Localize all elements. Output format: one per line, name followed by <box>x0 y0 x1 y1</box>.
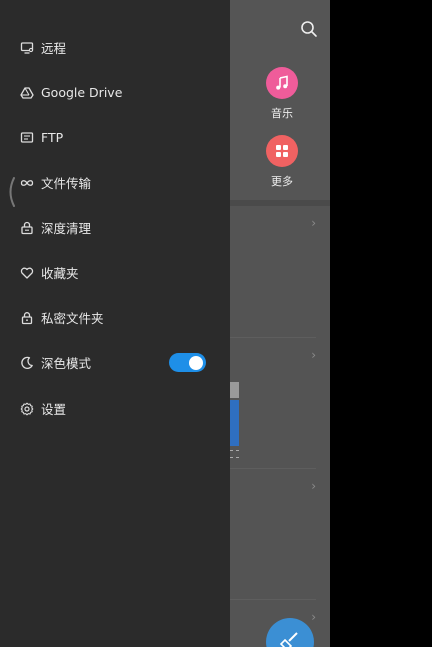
dark-mode-toggle[interactable] <box>169 353 206 372</box>
lock-icon <box>20 311 34 325</box>
usage-bar-segment <box>230 400 239 446</box>
drawer-item-label: 深色模式 <box>41 356 92 371</box>
drawer-item-remote[interactable]: 远程 <box>0 25 230 70</box>
drawer-item-ftp[interactable]: FTP <box>0 115 230 160</box>
drawer-item-label: Google Drive <box>41 85 123 100</box>
search-icon[interactable] <box>300 20 318 38</box>
drawer-item-deep-clean[interactable]: 深度清理 <box>0 205 230 250</box>
chevron-right-icon: › <box>311 216 316 230</box>
heart-icon <box>20 266 34 280</box>
chevron-right-icon: › <box>311 479 316 493</box>
google-drive-icon <box>20 86 34 100</box>
category-label: 更多 <box>271 175 293 188</box>
usage-bar-base <box>230 450 239 458</box>
category-music[interactable]: 音乐 <box>252 67 312 121</box>
chevron-right-icon: › <box>311 610 316 624</box>
chevron-right-icon: › <box>311 348 316 362</box>
drawer-item-private-folder[interactable]: 私密文件夹 <box>0 295 230 340</box>
category-label: 音乐 <box>271 107 293 120</box>
drawer-edge-handle[interactable] <box>6 176 16 208</box>
drawer-item-label: FTP <box>41 130 64 145</box>
grid-icon <box>266 135 298 167</box>
ftp-icon <box>20 131 34 145</box>
broom-icon <box>279 632 298 647</box>
drawer-item-label: 文件传输 <box>41 176 92 191</box>
music-note-icon <box>266 67 298 99</box>
remote-monitor-icon <box>20 41 34 55</box>
drawer-item-dark-mode[interactable]: 深色模式 <box>0 340 230 385</box>
usage-bar-segment <box>230 382 239 398</box>
gear-icon <box>20 402 34 416</box>
category-more[interactable]: 更多 <box>252 135 312 189</box>
toggle-knob <box>189 355 203 370</box>
navigation-drawer: 远程 Google Drive FTP 文件传输 深度清理 收藏夹 私密文件夹 … <box>0 0 230 647</box>
drawer-item-label: 深度清理 <box>41 221 92 236</box>
infinity-link-icon <box>20 176 34 190</box>
clean-lock-icon <box>20 221 34 235</box>
drawer-item-google-drive[interactable]: Google Drive <box>0 70 230 115</box>
drawer-item-label: 私密文件夹 <box>41 311 104 326</box>
drawer-item-favorites[interactable]: 收藏夹 <box>0 250 230 295</box>
drawer-item-label: 远程 <box>41 41 67 56</box>
moon-icon <box>20 356 34 370</box>
drawer-item-file-transfer[interactable]: 文件传输 <box>0 160 230 205</box>
drawer-item-label: 收藏夹 <box>41 266 79 281</box>
drawer-item-settings[interactable]: 设置 <box>0 386 230 431</box>
drawer-item-label: 设置 <box>41 402 67 417</box>
